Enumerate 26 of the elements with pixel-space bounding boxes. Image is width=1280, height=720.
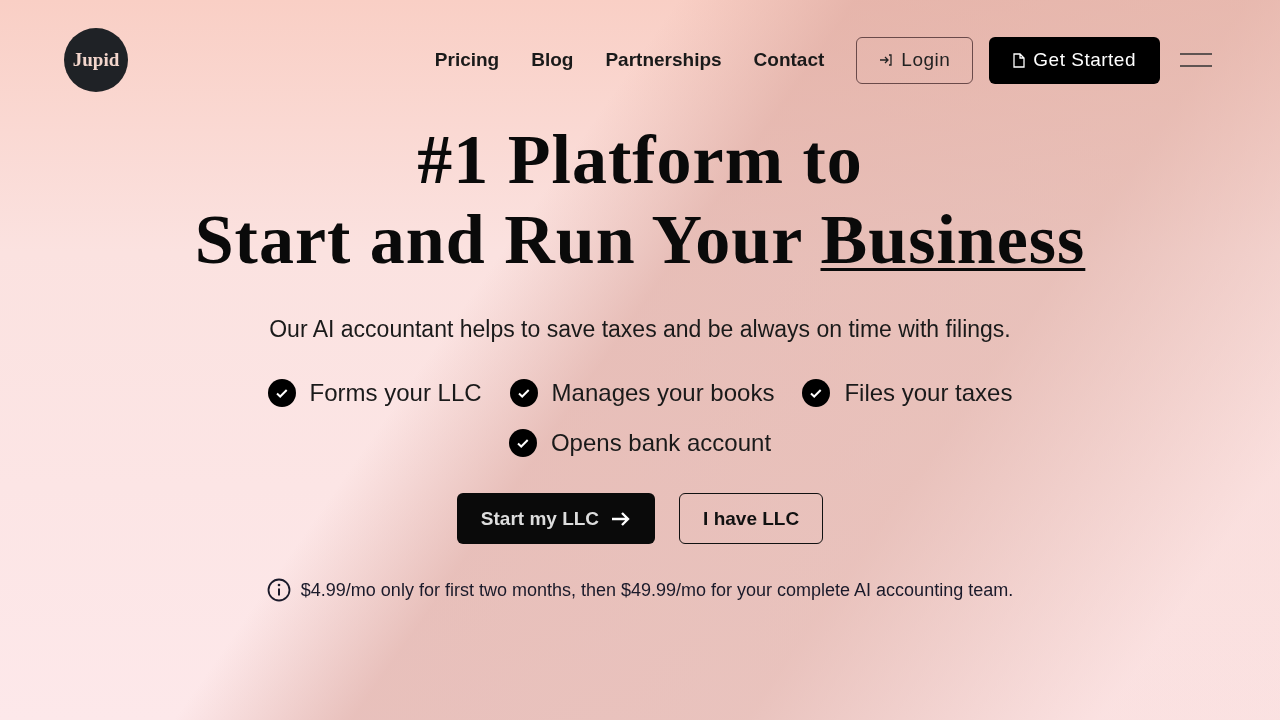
checkmark-icon bbox=[802, 379, 831, 407]
pricing-note: $4.99/mo only for first two months, then $49.99/mo for your complete AI accounting team. bbox=[300, 579, 1014, 601]
get-started-button[interactable]: Get Started bbox=[989, 36, 1160, 84]
nav-link[interactable]: Pricing bbox=[434, 49, 500, 71]
login-icon bbox=[879, 53, 894, 67]
menu-icon bbox=[1180, 53, 1212, 67]
arrow-right-icon bbox=[611, 510, 632, 527]
start-llc-button[interactable]: Start my LLC bbox=[456, 493, 656, 544]
checkmark-icon bbox=[508, 429, 537, 457]
checkmark-icon bbox=[509, 379, 538, 407]
feature-label: Opens bank account bbox=[550, 429, 772, 457]
checkmark-icon bbox=[267, 379, 296, 407]
feature-label: Manages your books bbox=[551, 379, 775, 407]
feature-label: Files your taxes bbox=[844, 379, 1013, 407]
menu-button[interactable] bbox=[1180, 53, 1212, 67]
nav-link[interactable]: Partnerships bbox=[605, 49, 722, 71]
headline: #1 Platform to Start and Run Your Business bbox=[194, 120, 1086, 280]
nav-link[interactable]: Blog bbox=[531, 49, 574, 71]
logo[interactable]: Jupid bbox=[64, 28, 128, 92]
subtitle: Our AI accountant helps to save taxes and be always on time with filings. bbox=[269, 316, 1011, 343]
nav-link[interactable]: Contact bbox=[753, 49, 825, 71]
have-llc-button[interactable]: I have LLC bbox=[679, 493, 824, 544]
login-button[interactable]: Login bbox=[856, 36, 974, 84]
document-icon bbox=[1013, 52, 1026, 68]
feature-label: Forms your LLC bbox=[309, 379, 482, 407]
info-icon bbox=[266, 578, 291, 602]
